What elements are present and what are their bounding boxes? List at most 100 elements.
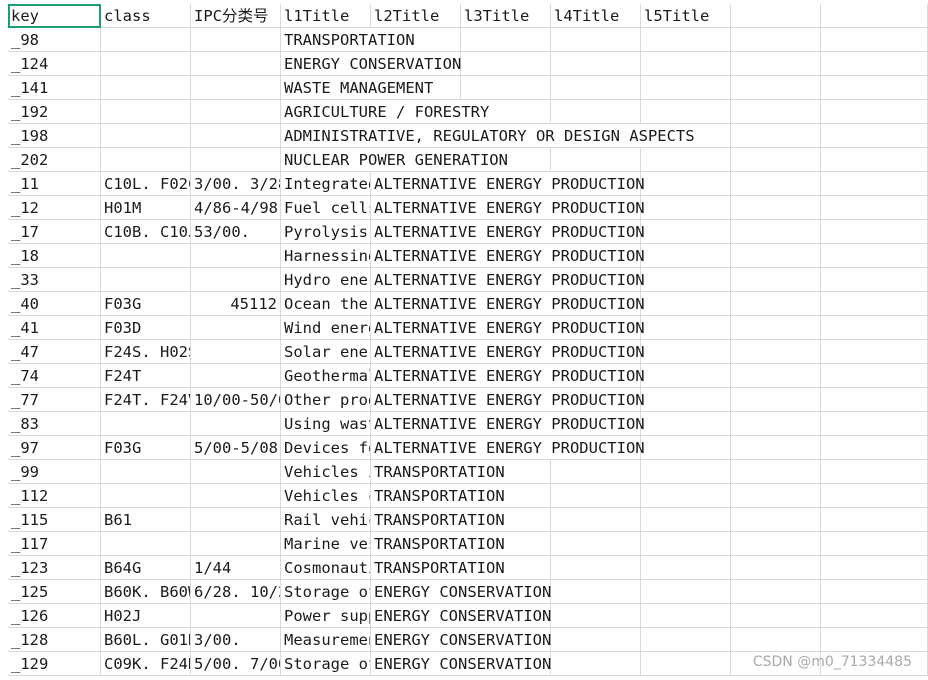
empty-cell[interactable] <box>731 196 821 220</box>
key-cell[interactable]: _202 <box>8 148 101 172</box>
empty-cell[interactable] <box>731 76 821 100</box>
empty-cell[interactable] <box>821 484 928 508</box>
l2-title-cell[interactable]: TRANSPORTATION <box>371 460 505 484</box>
key-cell[interactable]: _12 <box>8 196 101 220</box>
empty-cell[interactable] <box>731 124 821 148</box>
ipc-cell[interactable]: 45112 <box>191 292 281 316</box>
ipc-cell[interactable] <box>191 412 281 436</box>
key-cell[interactable]: _117 <box>8 532 101 556</box>
key-cell[interactable]: _112 <box>8 484 101 508</box>
empty-cell[interactable] <box>551 556 641 580</box>
l2-title-cell[interactable]: TRANSPORTATION <box>371 556 505 580</box>
class-cell[interactable] <box>101 244 191 268</box>
l2-title-cell[interactable]: ALTERNATIVE ENERGY PRODUCTION <box>371 364 645 388</box>
empty-cell[interactable] <box>731 484 821 508</box>
l2-title-cell[interactable]: ALTERNATIVE ENERGY PRODUCTION <box>371 412 645 436</box>
key-cell[interactable]: _17 <box>8 220 101 244</box>
empty-cell[interactable] <box>821 268 928 292</box>
empty-cell[interactable] <box>641 436 731 460</box>
key-cell[interactable]: _124 <box>8 52 101 76</box>
empty-cell[interactable] <box>821 364 928 388</box>
ipc-cell[interactable]: 1/44 <box>191 556 281 580</box>
ipc-cell[interactable] <box>191 604 281 628</box>
key-cell[interactable]: _99 <box>8 460 101 484</box>
class-cell[interactable]: C09K. F24H <box>101 652 191 676</box>
empty-cell[interactable] <box>731 4 821 28</box>
key-cell[interactable]: _41 <box>8 316 101 340</box>
empty-cell[interactable] <box>731 28 821 52</box>
ipc-cell[interactable]: 53/00. <box>191 220 281 244</box>
empty-cell[interactable] <box>821 76 928 100</box>
key-cell[interactable]: _192 <box>8 100 101 124</box>
empty-cell[interactable] <box>731 532 821 556</box>
l2-title-cell[interactable]: ENERGY CONSERVATION <box>371 652 551 676</box>
empty-cell[interactable] <box>821 340 928 364</box>
empty-cell[interactable] <box>551 508 641 532</box>
l2-title-cell[interactable]: TRANSPORTATION <box>371 484 505 508</box>
empty-cell[interactable] <box>821 388 928 412</box>
l2-title-cell[interactable]: TRANSPORTATION <box>371 508 505 532</box>
empty-cell[interactable] <box>821 244 928 268</box>
l1-title-cell[interactable]: Vehicles c <box>281 484 371 508</box>
empty-cell[interactable] <box>551 652 641 676</box>
empty-cell[interactable] <box>821 100 928 124</box>
empty-cell[interactable] <box>821 220 928 244</box>
class-cell[interactable] <box>101 484 191 508</box>
empty-cell[interactable] <box>641 148 731 172</box>
empty-cell[interactable] <box>641 388 731 412</box>
ipc-cell[interactable] <box>191 28 281 52</box>
empty-cell[interactable] <box>821 52 928 76</box>
ipc-cell[interactable] <box>191 364 281 388</box>
empty-cell[interactable] <box>821 460 928 484</box>
empty-cell[interactable] <box>551 580 641 604</box>
key-cell[interactable]: _83 <box>8 412 101 436</box>
key-cell[interactable]: _40 <box>8 292 101 316</box>
l2-title-cell[interactable]: ALTERNATIVE ENERGY PRODUCTION <box>371 172 645 196</box>
header-cell[interactable]: class <box>101 4 191 28</box>
empty-cell[interactable] <box>641 532 731 556</box>
l1-title-cell[interactable]: Harnessing <box>281 244 371 268</box>
empty-cell[interactable] <box>641 292 731 316</box>
ipc-cell[interactable]: 10/00-50/0 <box>191 388 281 412</box>
empty-cell[interactable] <box>551 460 641 484</box>
class-cell[interactable] <box>101 100 191 124</box>
l2-title-cell[interactable]: ALTERNATIVE ENERGY PRODUCTION <box>371 340 645 364</box>
empty-cell[interactable] <box>731 316 821 340</box>
key-cell[interactable]: _98 <box>8 28 101 52</box>
class-cell[interactable]: B60L. G01R <box>101 628 191 652</box>
class-cell[interactable]: B64G <box>101 556 191 580</box>
empty-cell[interactable] <box>641 628 731 652</box>
l1-title-cell[interactable]: Rail vehic <box>281 508 371 532</box>
ipc-cell[interactable] <box>191 76 281 100</box>
l1-title-cell[interactable]: Fuel cells <box>281 196 371 220</box>
class-cell[interactable] <box>101 412 191 436</box>
empty-cell[interactable] <box>731 244 821 268</box>
key-cell[interactable]: _126 <box>8 604 101 628</box>
empty-cell[interactable] <box>731 172 821 196</box>
class-cell[interactable] <box>101 532 191 556</box>
empty-cell[interactable] <box>731 52 821 76</box>
empty-cell[interactable] <box>731 364 821 388</box>
empty-cell[interactable] <box>821 556 928 580</box>
empty-cell[interactable] <box>821 580 928 604</box>
ipc-cell[interactable] <box>191 148 281 172</box>
class-cell[interactable]: B60K. B60W <box>101 580 191 604</box>
key-cell[interactable]: _129 <box>8 652 101 676</box>
class-cell[interactable] <box>101 28 191 52</box>
l2-title-cell[interactable]: ALTERNATIVE ENERGY PRODUCTION <box>371 244 645 268</box>
key-cell[interactable]: _115 <box>8 508 101 532</box>
l1-title-cell[interactable]: ENERGY CONSERVATION <box>281 52 461 76</box>
empty-cell[interactable] <box>641 364 731 388</box>
l1-title-cell[interactable]: Devices fo <box>281 436 371 460</box>
empty-cell[interactable] <box>821 316 928 340</box>
ipc-cell[interactable] <box>191 316 281 340</box>
empty-cell[interactable] <box>551 76 641 100</box>
class-cell[interactable]: B61 <box>101 508 191 532</box>
l1-title-cell[interactable]: Vehicles i <box>281 460 371 484</box>
l2-title-cell[interactable]: ENERGY CONSERVATION <box>371 580 551 604</box>
l2-title-cell[interactable]: ENERGY CONSERVATION <box>371 604 551 628</box>
class-cell[interactable]: F03D <box>101 316 191 340</box>
key-cell[interactable]: _141 <box>8 76 101 100</box>
class-cell[interactable]: F24T <box>101 364 191 388</box>
empty-cell[interactable] <box>731 508 821 532</box>
